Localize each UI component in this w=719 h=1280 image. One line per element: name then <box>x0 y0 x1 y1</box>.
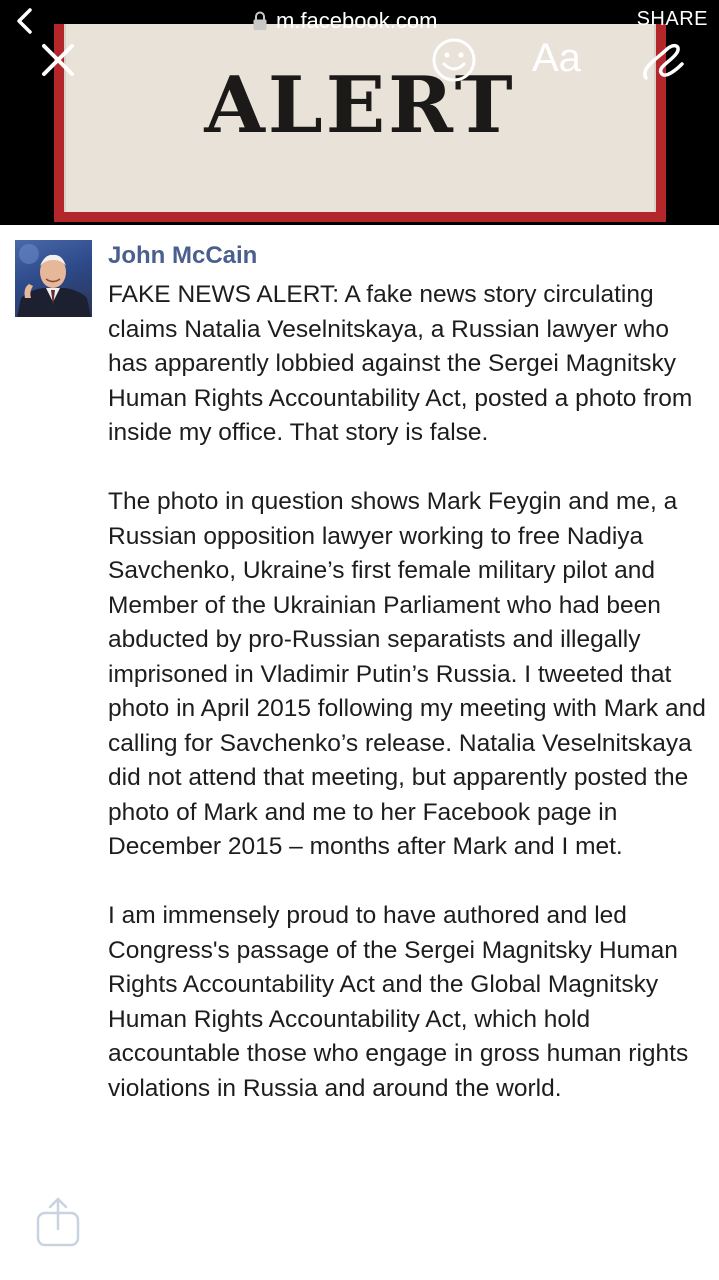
draw-icon[interactable] <box>636 38 688 84</box>
smiley-icon[interactable] <box>430 36 478 84</box>
lock-icon <box>253 11 267 30</box>
post-paragraph: I am immensely proud to have authored an… <box>108 902 689 1102</box>
post-paragraph: FAKE NEWS ALERT: A fake news story circu… <box>108 281 693 446</box>
post-paragraph: The photo in question shows Mark Feygin … <box>108 488 706 860</box>
top-banner: ALERT m.facebook.com SHARE Aa <box>0 0 719 225</box>
chevron-left-icon[interactable] <box>12 5 38 37</box>
share-button[interactable]: SHARE <box>637 8 708 31</box>
address-bar[interactable]: m.facebook.com <box>252 6 437 36</box>
text-tool-button[interactable]: Aa <box>532 36 581 81</box>
url-text: m.facebook.com <box>276 8 438 33</box>
share-icon[interactable] <box>35 1195 81 1247</box>
post-body: FAKE NEWS ALERT: A fake news story circu… <box>108 278 708 1141</box>
avatar-portrait <box>17 244 91 317</box>
close-icon[interactable] <box>38 40 78 80</box>
avatar[interactable] <box>15 240 92 317</box>
post-author-name[interactable]: John McCain <box>108 242 257 270</box>
